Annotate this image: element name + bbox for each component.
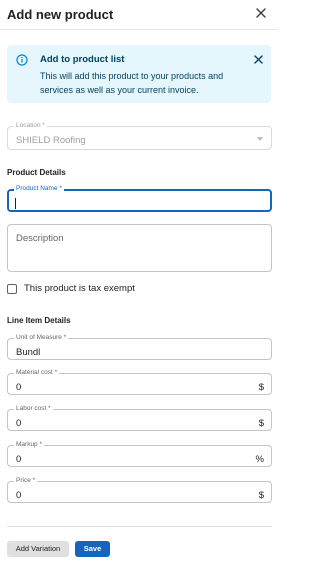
description-placeholder: Description	[16, 233, 64, 244]
footer-divider	[7, 526, 272, 527]
close-icon[interactable]	[253, 5, 269, 21]
product-name-label: Product Name *	[14, 184, 64, 194]
material-cost-value: 0	[16, 382, 22, 393]
tax-exempt-label[interactable]: This product is tax exempt	[24, 283, 135, 294]
dialog-header: Add new product	[0, 0, 278, 30]
markup-suffix: %	[255, 454, 264, 465]
unit-of-measure-value: Bundl	[16, 347, 41, 358]
location-label: Location *	[14, 121, 47, 131]
section-line-item-details: Line Item Details	[7, 316, 71, 325]
info-alert: Add to product list This will add this p…	[7, 45, 271, 103]
info-icon	[16, 54, 28, 66]
labor-cost-label: Labor cost *	[14, 404, 53, 414]
chevron-down-icon	[257, 137, 263, 141]
description-input[interactable]: Description	[7, 224, 272, 272]
price-label: Price *	[14, 476, 38, 486]
material-cost-input[interactable]: Material cost * 0 $	[7, 368, 272, 395]
labor-cost-value: 0	[16, 418, 22, 429]
section-product-details: Product Details	[7, 168, 66, 177]
location-value: SHIELD Roofing	[16, 135, 86, 146]
material-cost-label: Material cost *	[14, 368, 60, 378]
price-value: 0	[16, 490, 22, 501]
tax-exempt-checkbox[interactable]	[7, 284, 17, 294]
alert-message: This will add this product to your produ…	[40, 71, 224, 95]
price-input[interactable]: Price * 0 $	[7, 476, 272, 503]
add-variation-button[interactable]: Add Variation	[7, 541, 69, 557]
location-select: Location * SHIELD Roofing	[7, 121, 272, 150]
unit-of-measure-label: Unit of Measure *	[14, 333, 69, 343]
unit-of-measure-input[interactable]: Unit of Measure * Bundl	[7, 333, 272, 360]
text-cursor	[15, 198, 16, 209]
alert-title: Add to product list	[40, 54, 125, 65]
markup-label: Markup *	[14, 440, 45, 450]
labor-cost-suffix: $	[258, 418, 264, 429]
dialog-title: Add new product	[7, 7, 114, 22]
labor-cost-input[interactable]: Labor cost * 0 $	[7, 404, 272, 431]
markup-value: 0	[16, 454, 22, 465]
price-suffix: $	[258, 490, 264, 501]
markup-input[interactable]: Markup * 0 %	[7, 440, 272, 467]
save-button[interactable]: Save	[75, 541, 110, 557]
close-icon[interactable]	[253, 54, 264, 65]
material-cost-suffix: $	[258, 382, 264, 393]
product-name-input[interactable]: Product Name *	[7, 184, 272, 212]
